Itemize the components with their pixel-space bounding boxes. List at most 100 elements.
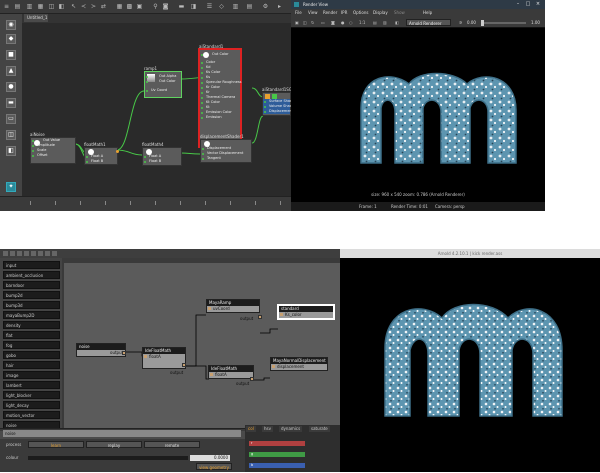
node-port[interactable]: Emission (200, 115, 240, 120)
node-list-item[interactable]: gobo (3, 351, 60, 359)
knode-mayaramp[interactable]: MayaRamp uvCoord (206, 299, 260, 313)
node-port[interactable]: Uv Coord (145, 88, 181, 93)
mode-learn-button[interactable]: learn (28, 441, 84, 448)
node-list-item[interactable]: ambient_occlusion (3, 271, 60, 279)
colour-value-field[interactable]: 0.0000 (190, 455, 230, 461)
mode-remote-button[interactable]: remote (144, 441, 200, 448)
node-output-port[interactable] (116, 150, 119, 153)
node-displacementshader1[interactable]: displacementShader1 Displacement Vector … (200, 134, 252, 163)
graph-down-icon[interactable]: ▥ (26, 3, 33, 10)
channel-b-slider[interactable]: b (249, 463, 305, 468)
one-to-one-icon[interactable]: 1:1 (359, 19, 365, 26)
node-list-item[interactable]: motion_vector (3, 411, 60, 419)
node-list-item[interactable]: flat (3, 331, 60, 339)
side-tool-1-icon[interactable]: ◉ (6, 20, 16, 30)
menu-file[interactable]: File (295, 9, 302, 17)
timeline-bar[interactable] (0, 196, 291, 211)
node-list-item[interactable]: image (3, 371, 60, 379)
attributes-alt-icon[interactable]: ▤ (246, 3, 253, 10)
tool-3-icon[interactable] (17, 251, 22, 256)
knode-displacement-input[interactable]: displacement (271, 364, 327, 370)
side-tool-2-icon[interactable]: ◆ (6, 34, 16, 44)
select-icon[interactable]: ▦ (37, 3, 44, 10)
graph-up-icon[interactable]: ▤ (14, 3, 21, 10)
node-list-item[interactable]: input (3, 261, 60, 269)
search-icon[interactable]: ⚲ (152, 3, 159, 10)
side-tool-5-icon[interactable]: ● (6, 82, 16, 92)
frame-all-icon[interactable]: ◫ (48, 3, 55, 10)
renderer-select[interactable]: Arnold Renderer (406, 19, 451, 26)
maximize-icon[interactable]: □ (523, 1, 533, 8)
node-port[interactable]: Out Color (200, 52, 240, 57)
exposure-value[interactable]: 0.00 (467, 19, 476, 26)
channel-g-slider[interactable]: g (249, 452, 305, 457)
node-port[interactable]: Float B (85, 159, 117, 164)
node-name-field[interactable]: noise (3, 430, 241, 437)
connect-icon[interactable]: ⇄ (100, 3, 107, 10)
view-geometry-button[interactable]: view geometry (196, 463, 232, 470)
ipr-icon[interactable]: ◫ (303, 19, 307, 26)
node-port[interactable]: Float B (143, 159, 181, 164)
node-list-item[interactable]: lambert (3, 381, 60, 389)
knode-floatmath2[interactable]: IdeFloatMath floatA (208, 365, 254, 379)
attributes-icon[interactable]: ▥ (232, 3, 239, 10)
node-list-item[interactable]: density (3, 321, 60, 329)
remove-image-icon[interactable]: ▥ (383, 19, 387, 26)
toggle-icon[interactable]: ◨ (190, 3, 197, 10)
rendered-image[interactable] (291, 28, 545, 192)
rgb-icon[interactable]: ● (341, 19, 345, 26)
close-icon[interactable]: × (533, 1, 543, 8)
tool-5-icon[interactable] (31, 251, 36, 256)
tool-1-icon[interactable] (3, 251, 8, 256)
output-port[interactable] (122, 351, 126, 355)
knode-floatmath1[interactable]: IdeFloatMath floatA (142, 347, 186, 369)
tool-2-icon[interactable] (10, 251, 15, 256)
node-list-item[interactable]: light_blocker (3, 391, 60, 399)
knode-mayaramp-input[interactable]: uvCoord (207, 306, 259, 312)
menu-render[interactable]: Render (323, 9, 337, 17)
knode-mayanormaldisplacement[interactable]: MayaNormalDisplacement displacement (270, 357, 328, 371)
tool-6-icon[interactable] (38, 251, 43, 256)
side-tool-6-icon[interactable]: ▬ (6, 98, 16, 108)
node-aistandard1sg[interactable]: aiStandard1SG Surface Shader Volume Shad… (262, 87, 296, 116)
gamma-slider-track[interactable] (481, 22, 526, 24)
tab-untitled[interactable]: Untitled_1 (24, 14, 48, 22)
side-tool-3-icon[interactable]: ■ (6, 50, 16, 60)
knode-floatmath2-input[interactable]: floatA (209, 372, 253, 378)
node-floatmath4[interactable]: floatMath4 Float A Float B (142, 142, 182, 166)
node-ainoise[interactable]: aiNoise Out Value Amplitude Scale Offset (30, 132, 76, 164)
knode-standard-input[interactable]: Ks_color (279, 312, 333, 318)
keep-image-icon[interactable]: ▤ (373, 19, 377, 26)
node-list-item[interactable]: bump2d (3, 291, 60, 299)
layout-icon[interactable]: ◧ (58, 3, 65, 10)
side-tool-4-icon[interactable]: ▲ (6, 66, 16, 76)
grid-icon[interactable]: ▦ (116, 3, 123, 10)
output-connections-icon[interactable]: ≻ (90, 3, 97, 10)
arrow-icon[interactable]: ↖ (70, 3, 77, 10)
output-port[interactable] (258, 315, 262, 319)
tool-4-icon[interactable] (24, 251, 29, 256)
camera-icon[interactable]: ◧ (395, 19, 399, 26)
expand-icon[interactable]: ▸ (276, 3, 283, 10)
alpha-icon[interactable]: ○ (349, 19, 353, 26)
node-graph-canvas[interactable]: aiNoise Out Value Amplitude Scale Offset… (22, 23, 296, 196)
tab-dynamics[interactable]: dynamics (279, 426, 303, 432)
camera-icon[interactable]: ◙ (162, 3, 169, 10)
node-port[interactable]: Offset (31, 153, 75, 158)
tab-saturate[interactable]: saturate (309, 426, 330, 432)
side-tool-7-icon[interactable]: ▭ (6, 114, 16, 124)
settings-icon[interactable]: ⚙ (262, 3, 269, 10)
node-aistandard1[interactable]: aiStandard1 Out Color Color Kd Ks Color … (198, 44, 242, 148)
channel-r-slider[interactable]: r (249, 441, 305, 446)
colour-slider[interactable] (28, 456, 188, 460)
node-list-item[interactable]: hair (3, 361, 60, 369)
filter-icon[interactable]: ◇ (218, 3, 225, 10)
node-floatmath1[interactable]: floatMath1 Float A Float B (84, 142, 119, 165)
tab-hsv[interactable]: hsv (262, 426, 273, 432)
node-list-item[interactable]: fog (3, 341, 60, 349)
node-port[interactable]: Out Color (145, 79, 181, 84)
knode-floatmath1-input[interactable]: floatA (143, 354, 185, 360)
grid-snap-icon[interactable]: ▩ (126, 3, 133, 10)
node-list-item[interactable]: mayaBump2D (3, 311, 60, 319)
snapshot-icon[interactable]: ◙ (331, 19, 335, 26)
